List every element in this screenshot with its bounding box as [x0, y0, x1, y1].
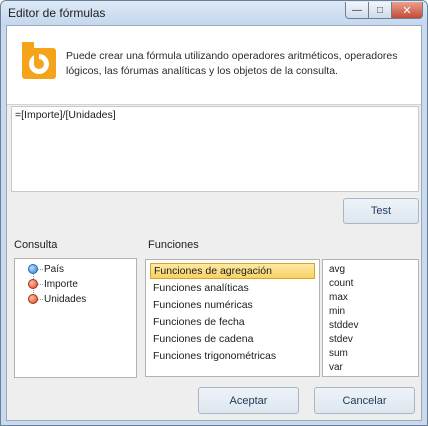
category-item-numeric[interactable]: Funciones numéricas	[150, 297, 315, 313]
function-item-avg[interactable]: avg	[329, 264, 345, 275]
function-category-list[interactable]: Funciones de agregación Funciones analít…	[145, 259, 320, 377]
formula-textarea[interactable]: =[Importe]/[Unidades]	[11, 106, 419, 192]
category-item-date[interactable]: Funciones de fecha	[150, 314, 315, 330]
close-button[interactable]: ✕	[391, 2, 423, 19]
minimize-button[interactable]: —	[345, 2, 369, 19]
category-item-aggregation[interactable]: Funciones de agregación	[150, 263, 315, 279]
function-item-sum[interactable]: sum	[329, 348, 348, 359]
red-measure-dot-icon	[28, 294, 38, 304]
cancel-button[interactable]: Cancelar	[314, 387, 415, 414]
test-button[interactable]: Test	[343, 198, 419, 224]
tree-item-label: Importe	[44, 278, 78, 290]
funciones-label: Funciones	[148, 239, 199, 251]
blue-dimension-dot-icon	[28, 264, 38, 274]
bitmap-b-logo-icon	[22, 42, 56, 79]
formula-editor-window: Editor de fórmulas — □ ✕ Puede crear una…	[0, 0, 428, 426]
function-item-stdev[interactable]: stdev	[329, 334, 353, 345]
function-item-var[interactable]: var	[329, 362, 343, 373]
accept-button[interactable]: Aceptar	[198, 387, 299, 414]
tree-item-pais[interactable]: País	[28, 262, 64, 276]
dialog-body: Puede crear una fórmula utilizando opera…	[6, 25, 422, 421]
maximize-button[interactable]: □	[368, 2, 392, 19]
tree-item-unidades[interactable]: Unidades	[28, 292, 86, 306]
title-bar[interactable]: Editor de fórmulas — □ ✕	[1, 1, 427, 25]
header-panel: Puede crear una fórmula utilizando opera…	[7, 26, 421, 105]
function-item-max[interactable]: max	[329, 292, 348, 303]
maximize-icon: □	[376, 4, 384, 16]
function-item-count[interactable]: count	[329, 278, 353, 289]
consulta-tree[interactable]: País Importe Unidades	[14, 258, 137, 378]
header-description: Puede crear una fórmula utilizando opera…	[66, 50, 398, 77]
function-list[interactable]: avg count max min stddev stdev sum var	[322, 259, 419, 377]
close-icon: ✕	[402, 4, 412, 17]
consulta-label: Consulta	[14, 239, 58, 251]
tree-item-label: Unidades	[44, 293, 87, 305]
category-item-string[interactable]: Funciones de cadena	[150, 331, 315, 347]
red-measure-dot-icon	[28, 279, 38, 289]
category-item-trigonometric[interactable]: Funciones trigonométricas	[150, 348, 315, 364]
tree-item-importe[interactable]: Importe	[28, 277, 78, 291]
window-title: Editor de fórmulas	[8, 6, 106, 20]
minimize-icon: —	[352, 4, 362, 16]
function-item-min[interactable]: min	[329, 306, 345, 317]
tree-item-label: País	[44, 263, 65, 275]
category-item-analytic[interactable]: Funciones analíticas	[150, 280, 315, 296]
function-item-stddev[interactable]: stddev	[329, 320, 358, 331]
